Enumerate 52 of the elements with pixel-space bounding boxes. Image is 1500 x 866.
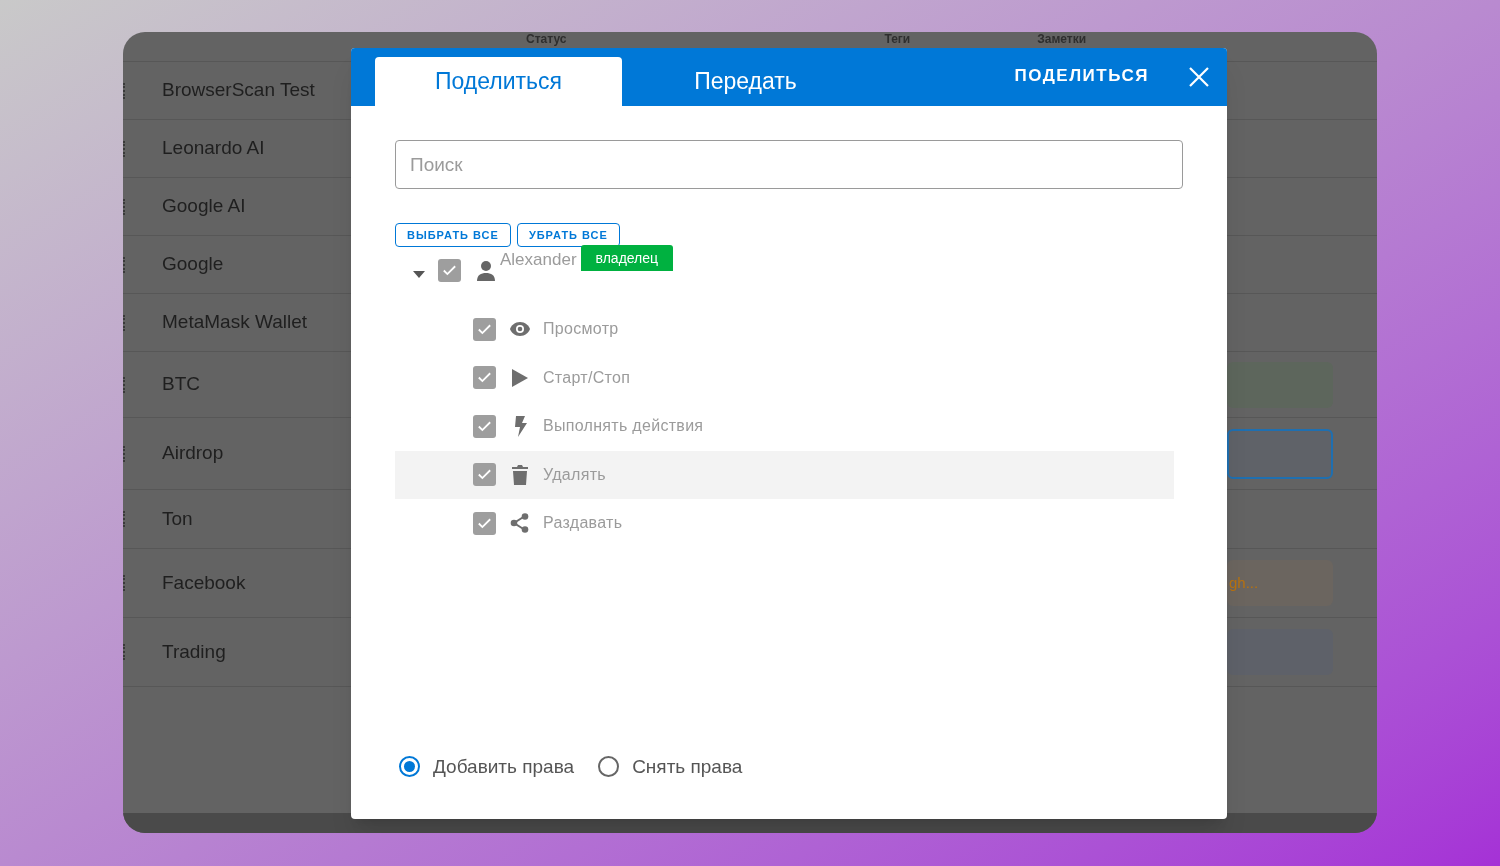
- play-icon: [510, 367, 529, 388]
- profile-name: Google AI: [162, 194, 246, 219]
- drag-handle-icon[interactable]: [123, 256, 125, 273]
- permission-label: Просмотр: [543, 319, 619, 340]
- permission-label: Удалять: [543, 464, 606, 485]
- profile-name: Trading: [162, 639, 226, 664]
- permission-row[interactable]: Удалять: [395, 450, 1174, 499]
- permission-label: Старт/Стоп: [543, 367, 631, 388]
- checkbox[interactable]: [438, 259, 461, 282]
- dialog-tab[interactable]: Поделиться: [375, 57, 622, 106]
- drag-handle-icon[interactable]: [123, 376, 125, 393]
- trash-icon: [511, 464, 528, 485]
- eye-icon: [508, 321, 531, 338]
- permission-label: Выполнять действия: [543, 416, 704, 437]
- checkbox[interactable]: [473, 463, 496, 487]
- checkbox[interactable]: [473, 366, 496, 390]
- permission-label: Раздавать: [543, 513, 623, 534]
- radio-option[interactable]: Добавить права: [399, 752, 575, 781]
- caret-icon[interactable]: [413, 271, 425, 278]
- checkbox[interactable]: [473, 511, 496, 535]
- person-icon: [477, 261, 495, 281]
- lightning-icon: [512, 415, 527, 437]
- dialog-tab[interactable]: Передать: [622, 57, 869, 106]
- note-cell: gh...: [1227, 560, 1333, 606]
- share-button[interactable]: ПОДЕЛИТЬСЯ: [1014, 63, 1149, 89]
- user-name: Alexander: [500, 249, 577, 271]
- drag-handle-icon[interactable]: [123, 314, 125, 331]
- profile-name: Google: [162, 252, 224, 277]
- radio-icon[interactable]: [598, 756, 620, 778]
- share-icon: [510, 513, 529, 534]
- profile-name: MetaMask Wallet: [162, 310, 307, 335]
- select-button[interactable]: ВЫБРАТЬ ВСЕ: [395, 223, 511, 247]
- profile-name: Leonardo AI: [162, 136, 265, 161]
- close-icon[interactable]: [1189, 67, 1209, 87]
- radio-icon[interactable]: [399, 756, 420, 778]
- drag-handle-icon[interactable]: [123, 511, 125, 527]
- radio-option[interactable]: Снять права: [598, 752, 743, 781]
- profile-name: BTC: [162, 372, 200, 397]
- owner-badge: владелец: [580, 245, 674, 271]
- profile-name: Airdrop: [162, 441, 224, 466]
- drag-handle-icon[interactable]: [123, 198, 125, 215]
- profile-name: Facebook: [162, 570, 246, 595]
- drag-handle-icon[interactable]: [123, 82, 125, 99]
- drag-handle-icon[interactable]: [123, 140, 125, 157]
- checkbox[interactable]: [473, 414, 496, 438]
- drag-handle-icon[interactable]: [123, 575, 125, 591]
- profile-name: Ton: [162, 506, 193, 531]
- drag-handle-icon[interactable]: [123, 445, 125, 462]
- profile-name: BrowserScan Test: [162, 78, 315, 103]
- search-field[interactable]: Поиск: [395, 140, 1183, 189]
- drag-handle-icon[interactable]: [123, 644, 125, 660]
- checkbox[interactable]: [473, 317, 496, 341]
